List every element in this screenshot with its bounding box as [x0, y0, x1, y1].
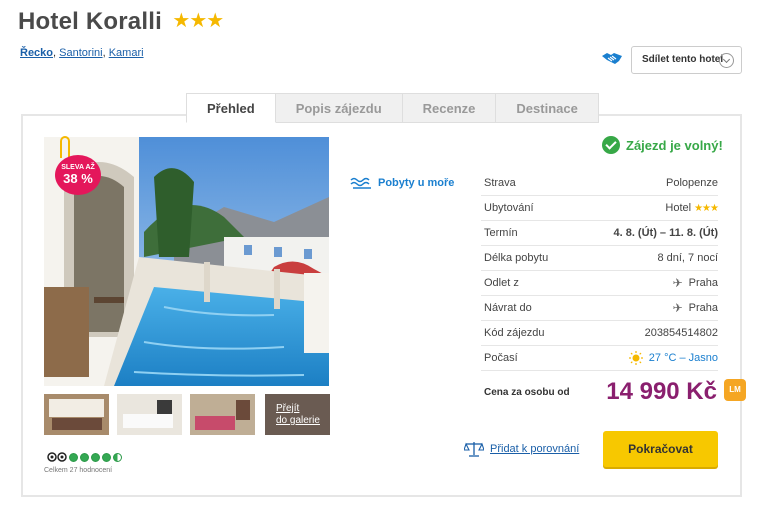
check-circle-icon — [602, 136, 620, 154]
detail-value: Hotel — [665, 202, 692, 214]
detail-row-meal: Strava Polopenze — [481, 171, 718, 196]
detail-key: Odlet z — [484, 277, 519, 289]
detail-value-wrap: Hotel ★★★ — [665, 202, 719, 214]
gallery-link-label: Přejít do galerie — [276, 403, 320, 427]
detail-value-wrap: ✈ Praha — [673, 276, 718, 290]
hotel-stars: ★★★ — [172, 9, 224, 32]
pobyty-label: Pobyty u moře — [378, 177, 455, 189]
detail-key: Počasí — [484, 352, 518, 364]
hotel-header: Hotel Koralli ★★★ — [18, 8, 224, 36]
discount-tag-hook — [60, 136, 70, 158]
sun-icon — [628, 351, 643, 365]
detail-key: Délka pobytu — [484, 252, 549, 264]
detail-key: Ubytování — [484, 202, 534, 214]
pobyty-u-more[interactable]: Pobyty u moře — [350, 176, 454, 190]
gallery-link-line2: do galerie — [276, 415, 320, 426]
availability-status: Zájezd je volný! — [602, 136, 723, 154]
room-thumbnail-illustration — [117, 394, 182, 435]
hotel-title: Hotel Koralli — [18, 8, 162, 35]
detail-row-duration: Délka pobytu 8 dní, 7 nocí — [481, 246, 718, 271]
add-to-compare-link[interactable]: Přidat k porovnání — [464, 441, 579, 457]
gallery-thumbnail[interactable] — [117, 394, 182, 435]
discount-badge-line2: 38 % — [63, 171, 93, 186]
airplane-icon: ✈ — [672, 276, 683, 290]
airplane-icon: ✈ — [672, 301, 683, 315]
detail-value: 4. 8. (Út) – 11. 8. (Út) — [613, 227, 718, 239]
gallery-link[interactable]: Přejít do galerie — [265, 394, 330, 435]
price-label: Cena za osobu od — [484, 387, 570, 398]
detail-value: Polopenze — [666, 177, 718, 189]
sea-waves-icon — [350, 177, 371, 189]
discount-badge: SLEVA AŽ 38 % — [55, 155, 101, 195]
review-count: Celkem 27 hodnocení — [44, 467, 113, 474]
trip-details-table: Strava Polopenze Ubytování Hotel ★★★ Term… — [481, 171, 719, 371]
tab-bar: Přehled Popis zájezdu Recenze Destinace — [186, 93, 599, 123]
tripadvisor-owl-icon — [47, 452, 67, 462]
detail-key: Návrat do — [484, 302, 532, 314]
gallery-thumbnail[interactable] — [44, 394, 109, 435]
detail-value-wrap: ✈ Praha — [673, 301, 718, 315]
detail-key: Kód zájezdu — [484, 327, 545, 339]
detail-row-departure: Odlet z ✈ Praha — [481, 271, 718, 296]
tab-reviews[interactable]: Recenze — [401, 93, 497, 123]
room-thumbnail-illustration — [44, 394, 109, 435]
last-minute-badge: LM — [724, 379, 746, 401]
detail-key: Termín — [484, 227, 518, 239]
rating-dot — [69, 452, 78, 462]
continue-button[interactable]: Pokračovat — [603, 431, 718, 467]
tab-description[interactable]: Popis zájezdu — [274, 93, 403, 123]
detail-key: Strava — [484, 177, 516, 189]
gallery-link-line1: Přejít — [276, 403, 300, 414]
breadcrumb-country-link[interactable]: Řecko — [20, 47, 53, 59]
share-hotel-button[interactable]: Sdílet tento hotel — [631, 46, 742, 74]
tripadvisor-rating[interactable] — [47, 451, 122, 463]
room-thumbnail-illustration — [190, 394, 255, 435]
rating-dot-half — [113, 452, 122, 462]
rating-dot — [80, 452, 89, 462]
add-to-compare-label: Přidat k porovnání — [490, 443, 580, 455]
availability-label: Zájezd je volný! — [626, 137, 723, 153]
accommodation-stars: ★★★ — [694, 202, 719, 214]
detail-value: Praha — [688, 277, 718, 289]
breadcrumb-region-link[interactable]: Santorini — [59, 47, 102, 59]
detail-row-code: Kód zájezdu 203854514802 — [481, 321, 718, 346]
gallery-thumbnail[interactable] — [190, 394, 255, 435]
price-row: Cena za osobu od 14 990 Kč — [481, 378, 743, 408]
scales-icon — [464, 442, 484, 457]
detail-value-wrap: 27 °C – Jasno — [628, 351, 718, 365]
tab-overview[interactable]: Přehled — [186, 93, 276, 123]
handshake-icon[interactable] — [601, 50, 623, 66]
discount-badge-line1: SLEVA AŽ — [61, 164, 95, 171]
detail-row-date: Termín 4. 8. (Út) – 11. 8. (Út) — [481, 221, 718, 246]
detail-value: 27 °C – Jasno — [648, 352, 718, 364]
breadcrumb-town-link[interactable]: Kamari — [109, 47, 144, 59]
tab-destination[interactable]: Destinace — [495, 93, 599, 123]
breadcrumb: Řecko, Santorini, Kamari — [20, 47, 144, 59]
detail-row-weather[interactable]: Počasí 27 °C – Jasno — [481, 346, 718, 371]
detail-value: 8 dní, 7 nocí — [657, 252, 718, 264]
share-hotel-label: Sdílet tento hotel — [642, 54, 724, 65]
detail-value: 203854514802 — [644, 327, 718, 339]
chevron-down-icon — [719, 53, 734, 68]
detail-row-accommodation: Ubytování Hotel ★★★ — [481, 196, 719, 221]
detail-row-return: Návrat do ✈ Praha — [481, 296, 718, 321]
detail-value: Praha — [688, 302, 718, 314]
price-value: 14 990 Kč — [606, 378, 717, 405]
rating-dot — [91, 452, 100, 462]
rating-dot — [102, 452, 111, 462]
